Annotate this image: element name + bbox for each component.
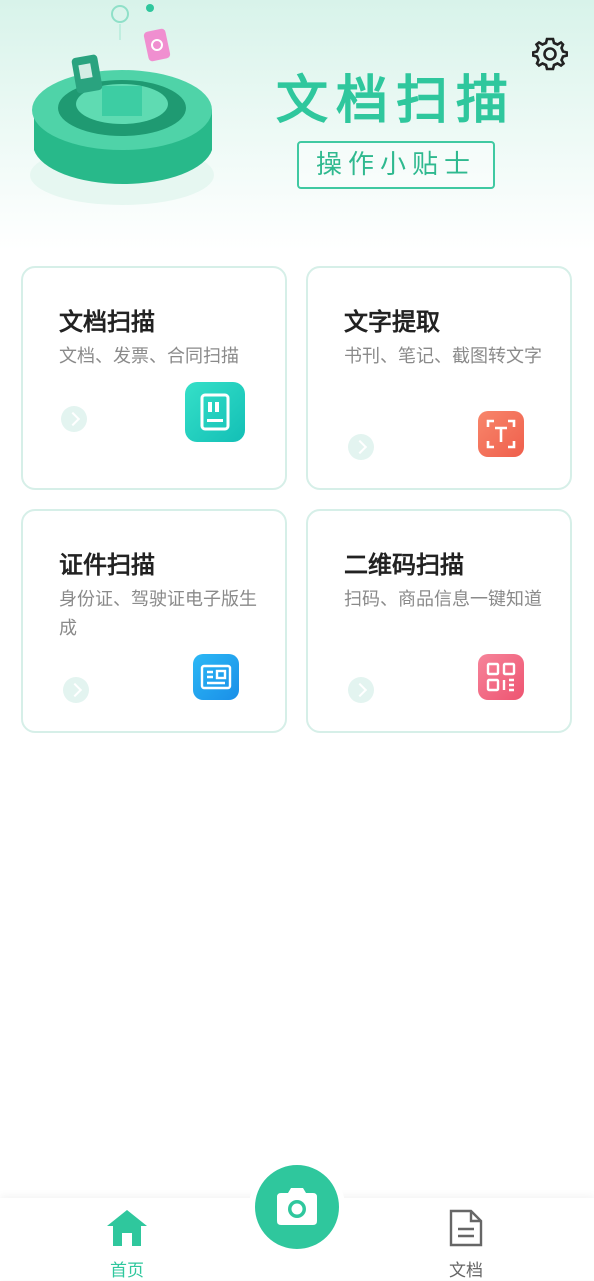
nav-documents[interactable]: 文档: [406, 1198, 526, 1281]
document-icon: [449, 1209, 483, 1247]
settings-gear-icon[interactable]: [532, 36, 568, 72]
id-card-icon: [193, 654, 239, 700]
qr-code-scan-card[interactable]: 二维码扫描 扫码、商品信息一键知道: [306, 509, 572, 733]
camera-icon: [277, 1188, 317, 1225]
document-scan-icon: [185, 382, 245, 442]
tips-button[interactable]: 操作小贴士: [297, 141, 495, 189]
card-description: 书刊、笔记、截图转文字: [344, 346, 542, 367]
hero-title: 文档扫描: [276, 71, 517, 131]
nav-home-label: 首页: [110, 1261, 144, 1281]
qr-code-icon: [478, 654, 524, 700]
card-title: 文字提取: [344, 308, 440, 336]
nav-documents-label: 文档: [449, 1261, 483, 1281]
text-extract-card[interactable]: 文字提取 书刊、笔记、截图转文字: [306, 266, 572, 490]
chevron-right-icon: [61, 406, 87, 432]
scanner-illustration: [30, 4, 214, 205]
chevron-right-icon: [348, 677, 374, 703]
nav-home[interactable]: 首页: [67, 1198, 187, 1281]
card-title: 二维码扫描: [344, 551, 464, 579]
card-description: 身份证、驾驶证电子版生成: [59, 589, 257, 639]
card-title: 文档扫描: [59, 308, 155, 336]
card-title: 证件扫描: [59, 551, 155, 579]
card-description: 文档、发票、合同扫描: [59, 346, 239, 367]
text-extract-icon: [478, 411, 524, 457]
header: 文档扫描 操作小贴士: [0, 0, 594, 250]
id-card-scan-card[interactable]: 证件扫描 身份证、驾驶证电子版生成: [21, 509, 287, 733]
chevron-right-icon: [63, 677, 89, 703]
chevron-right-icon: [348, 434, 374, 460]
document-scan-card[interactable]: 文档扫描 文档、发票、合同扫描: [21, 266, 287, 490]
card-description: 扫码、商品信息一键知道: [344, 589, 542, 610]
home-icon: [107, 1210, 147, 1246]
camera-button[interactable]: [249, 1159, 345, 1255]
